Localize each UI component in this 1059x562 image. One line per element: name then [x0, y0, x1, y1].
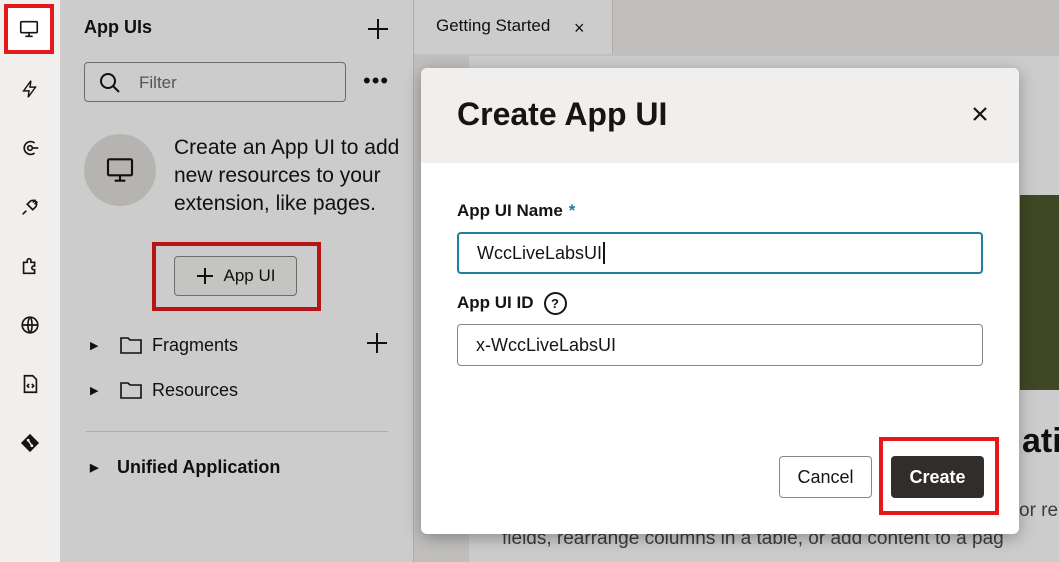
app-ui-id-value: x-WccLiveLabsUI: [476, 334, 617, 355]
git-icon: [20, 433, 40, 453]
required-marker: *: [568, 201, 576, 220]
rail-services[interactable]: [0, 179, 60, 235]
lightning-icon: [22, 80, 37, 98]
rail-dependencies[interactable]: [0, 238, 60, 294]
app-ui-name-label-text: App UI Name: [457, 201, 563, 220]
app-ui-name-input[interactable]: WccLiveLabsUI: [457, 232, 983, 274]
puzzle-icon: [22, 257, 36, 275]
code-file-icon: [23, 374, 38, 394]
app-ui-id-label: App UI ID?: [457, 292, 567, 315]
dialog-title: Create App UI: [457, 96, 668, 132]
dialog-header: Create App UI: [421, 68, 1019, 163]
app-ui-name-label: App UI Name *: [457, 201, 575, 221]
event-icon: [23, 140, 39, 156]
app-ui-id-label-text: App UI ID: [457, 292, 534, 312]
rail-events[interactable]: [0, 61, 60, 117]
globe-icon: [21, 316, 39, 334]
cancel-button[interactable]: Cancel: [779, 456, 872, 498]
rail-source[interactable]: [0, 356, 60, 412]
app-ui-name-value: WccLiveLabsUI: [477, 242, 603, 263]
rail-app-uis[interactable]: [4, 4, 54, 54]
monitor-icon: [19, 20, 39, 38]
text-cursor: [603, 242, 606, 264]
rail-git[interactable]: [0, 415, 60, 471]
close-icon: [973, 107, 987, 121]
plug-icon: [22, 199, 38, 215]
create-app-ui-dialog: Create App UI App UI Name * WccLiveLabsUI…: [421, 68, 1019, 534]
rail-event-listeners[interactable]: [0, 120, 60, 176]
rail-translations[interactable]: [0, 297, 60, 353]
dialog-close-button[interactable]: [969, 103, 991, 125]
help-icon[interactable]: ?: [543, 292, 567, 315]
activity-rail: [0, 0, 61, 562]
app-ui-id-input[interactable]: x-WccLiveLabsUI: [457, 324, 983, 366]
create-button[interactable]: Create: [891, 456, 984, 498]
